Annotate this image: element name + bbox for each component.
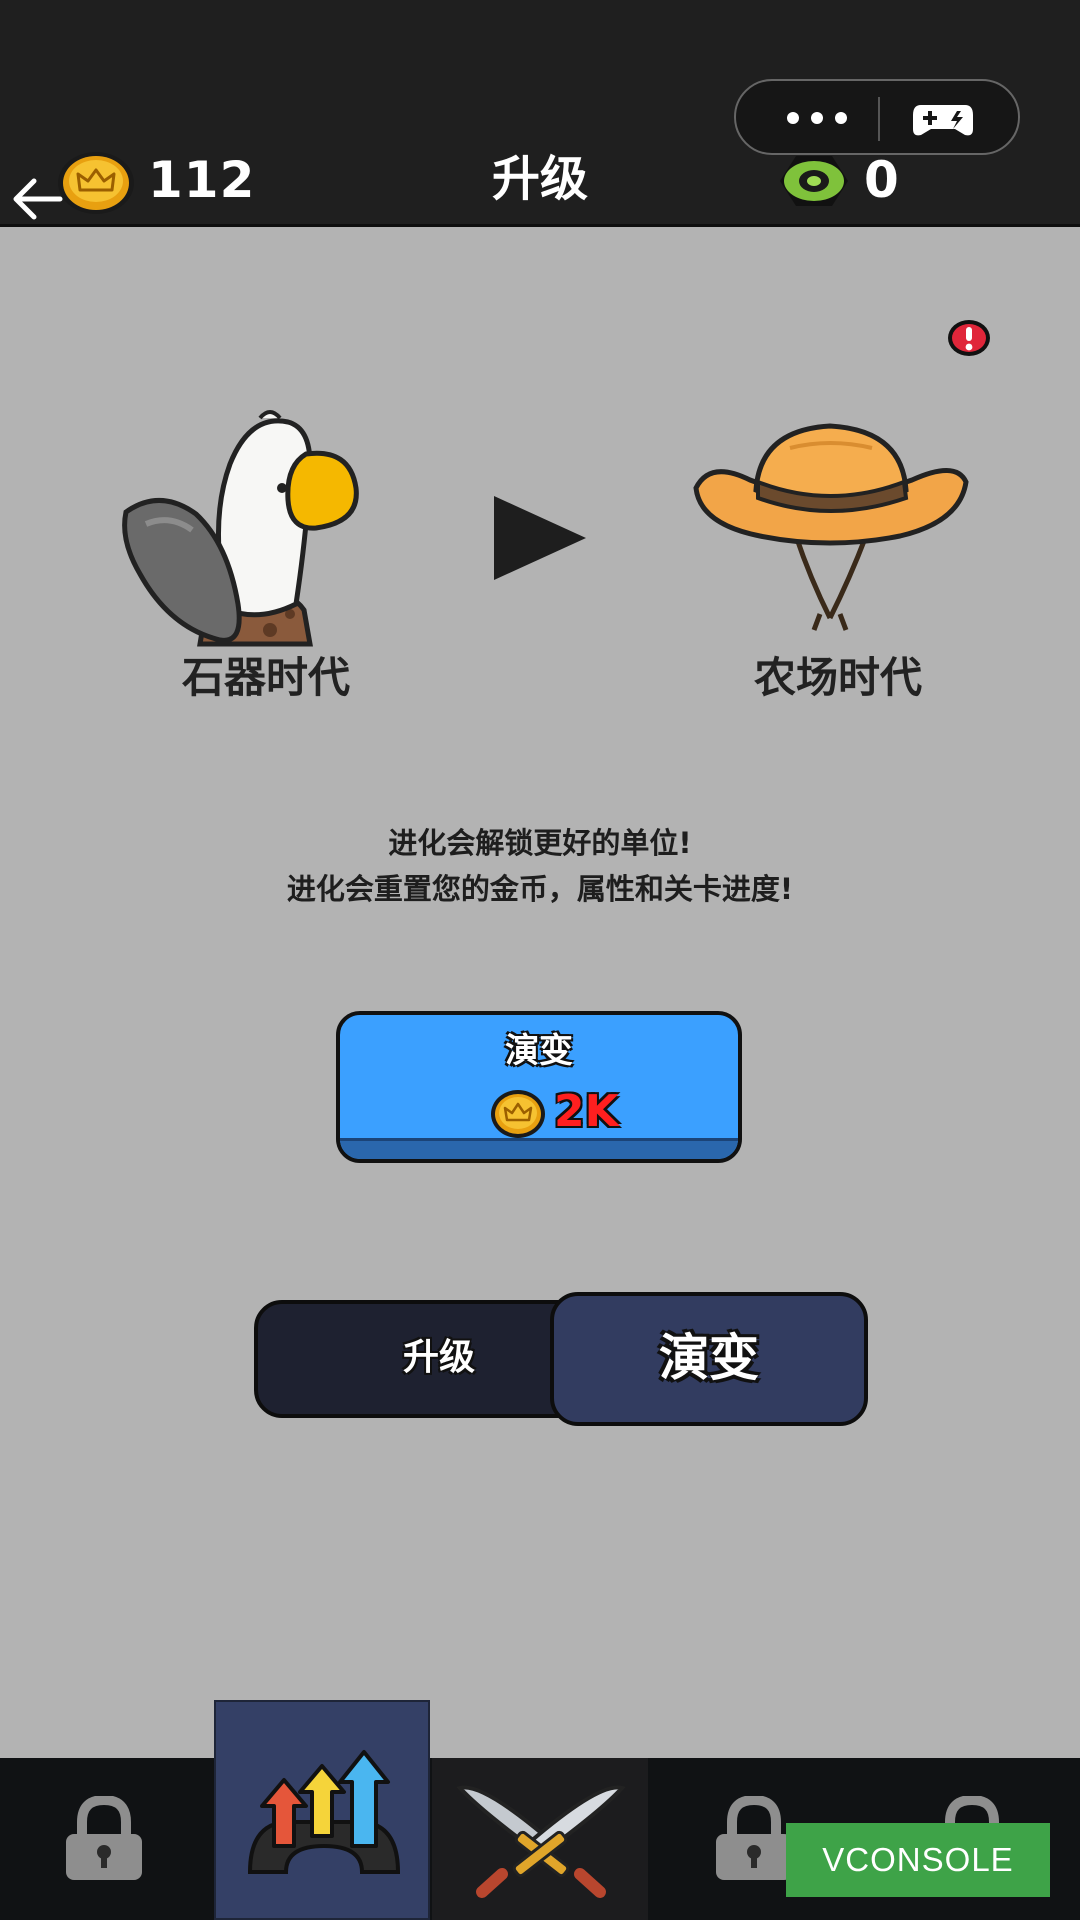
crossed-swords-icon: [456, 1785, 626, 1898]
evolution-description-line2: 进化会重置您的金币，属性和关卡进度!: [286, 872, 794, 906]
evolve-button-label: 演变: [505, 1031, 573, 1071]
crown-coin-icon: [491, 1090, 545, 1138]
vconsole-button[interactable]: VCONSOLE: [786, 1823, 1050, 1897]
miniprogram-capsule: [734, 79, 1020, 155]
page-title: 升级: [491, 151, 588, 207]
tab-upgrade-label: 升级: [402, 1337, 475, 1378]
gem-icon: [780, 156, 848, 206]
play-arrow-icon: [494, 496, 586, 580]
evolve-button-shadow: [340, 1138, 738, 1159]
straw-hat-icon: [693, 423, 969, 631]
upgrade-arrows-icon: [247, 1750, 401, 1874]
more-dots-icon[interactable]: [776, 103, 858, 133]
from-era-label: 石器时代: [181, 653, 350, 702]
evolution-description-line1: 进化会解锁更好的单位!: [388, 826, 692, 860]
coin-balance: 112: [148, 151, 256, 209]
lock-icon[interactable]: [62, 1796, 146, 1882]
crown-coin-icon: [58, 152, 134, 214]
gem-balance: 0: [864, 151, 899, 209]
evolve-cost: 2K: [554, 1086, 619, 1137]
alert-icon[interactable]: [946, 318, 992, 358]
to-era-label: 农场时代: [753, 653, 922, 702]
lock-icon[interactable]: [712, 1796, 796, 1882]
tab-evolve-label: 演变: [659, 1329, 759, 1387]
gamepad-icon[interactable]: [911, 99, 975, 139]
capsule-divider: [878, 97, 880, 141]
stone-age-goose-icon: [122, 410, 359, 647]
evolve-button[interactable]: 演变 2K: [336, 1011, 742, 1163]
